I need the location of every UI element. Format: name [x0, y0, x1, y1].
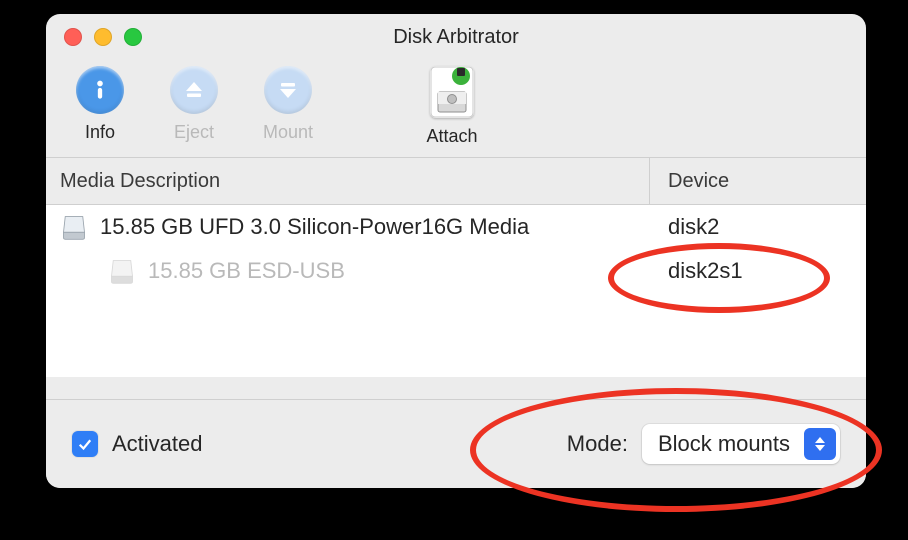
disk-device: disk2s1 [650, 258, 866, 284]
window-controls [64, 28, 142, 46]
disk-row[interactable]: 15.85 GB UFD 3.0 Silicon-Power16G Media … [46, 205, 866, 249]
eject-button[interactable]: Eject [162, 66, 226, 143]
disk-icon [108, 257, 136, 285]
attach-label: Attach [426, 126, 477, 147]
disk-device: disk2 [650, 214, 866, 240]
column-device[interactable]: Device [650, 158, 866, 204]
disk-description: 15.85 GB ESD-USB [148, 258, 345, 284]
column-media-description[interactable]: Media Description [46, 158, 650, 204]
app-window: Disk Arbitrator Info Eject Mount [46, 14, 866, 488]
attach-icon [430, 66, 474, 118]
activated-checkbox[interactable] [72, 431, 98, 457]
minimize-window-button[interactable] [94, 28, 112, 46]
zoom-window-button[interactable] [124, 28, 142, 46]
mount-icon [264, 66, 312, 114]
status-bar: Activated Mode: Block mounts [46, 399, 866, 488]
close-window-button[interactable] [64, 28, 82, 46]
disk-row[interactable]: 15.85 GB ESD-USB disk2s1 [46, 249, 866, 293]
mode-select[interactable]: Block mounts [642, 424, 840, 464]
titlebar: Disk Arbitrator [46, 14, 866, 60]
checkmark-icon [76, 435, 94, 453]
mode-label: Mode: [567, 431, 628, 457]
toolbar: Info Eject Mount [46, 60, 866, 158]
disk-list: 15.85 GB UFD 3.0 Silicon-Power16G Media … [46, 205, 866, 377]
chevron-up-down-icon [804, 428, 836, 460]
eject-icon [170, 66, 218, 114]
mount-button[interactable]: Mount [256, 66, 320, 143]
window-title: Disk Arbitrator [393, 26, 519, 49]
mount-label: Mount [263, 122, 313, 143]
info-button[interactable]: Info [68, 66, 132, 143]
disk-icon [60, 213, 88, 241]
mode-value: Block mounts [658, 431, 790, 457]
info-label: Info [85, 122, 115, 143]
activated-label: Activated [112, 431, 203, 457]
column-headers: Media Description Device [46, 158, 866, 205]
attach-button[interactable]: Attach [420, 66, 484, 147]
eject-label: Eject [174, 122, 214, 143]
info-icon [76, 66, 124, 114]
disk-description: 15.85 GB UFD 3.0 Silicon-Power16G Media [100, 214, 529, 240]
